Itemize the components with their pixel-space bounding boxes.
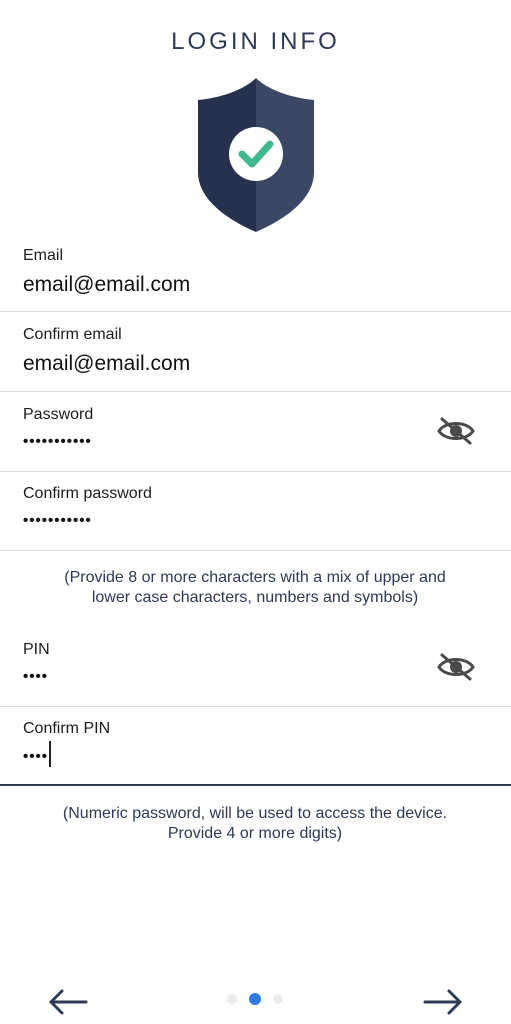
confirm-password-value: ••••••••••• xyxy=(23,512,92,529)
arrow-right-icon[interactable] xyxy=(423,988,463,1016)
confirm-email-field[interactable]: Confirm email email@email.com xyxy=(0,312,511,392)
confirm-pin-input-row[interactable]: •••• xyxy=(23,741,52,767)
text-cursor xyxy=(49,741,52,767)
email-value: email@email.com xyxy=(23,273,191,296)
password-value: ••••••••••• xyxy=(23,433,92,450)
password-label: Password xyxy=(23,406,94,423)
confirm-email-value: email@email.com xyxy=(23,352,191,375)
page-dot-active xyxy=(249,993,261,1005)
email-label: Email xyxy=(23,247,64,264)
pin-label: PIN xyxy=(23,641,50,658)
page-dot xyxy=(227,994,237,1004)
shield-check-icon xyxy=(198,78,314,232)
confirm-pin-field[interactable]: Confirm PIN •••• xyxy=(0,707,511,786)
eye-off-icon[interactable] xyxy=(437,416,475,446)
confirm-password-field[interactable]: Confirm password ••••••••••• xyxy=(0,472,511,551)
password-hint: (Provide 8 or more characters with a mix… xyxy=(64,569,446,606)
confirm-pin-label: Confirm PIN xyxy=(23,720,111,737)
pin-value: •••• xyxy=(23,668,49,685)
email-field[interactable]: Email email@email.com xyxy=(0,236,511,312)
arrow-left-icon[interactable] xyxy=(48,988,88,1016)
confirm-email-label: Confirm email xyxy=(23,326,122,343)
confirm-pin-value: •••• xyxy=(23,747,49,765)
page-dot xyxy=(273,994,283,1004)
confirm-password-label: Confirm password xyxy=(23,485,152,502)
page-indicator xyxy=(227,993,287,1005)
pin-hint: (Numeric password, will be used to acces… xyxy=(62,805,448,842)
password-field[interactable]: Password ••••••••••• xyxy=(0,392,511,472)
eye-off-icon[interactable] xyxy=(437,652,475,682)
page-title: LOGIN INFO xyxy=(171,28,340,55)
pin-field[interactable]: PIN •••• xyxy=(0,628,511,707)
